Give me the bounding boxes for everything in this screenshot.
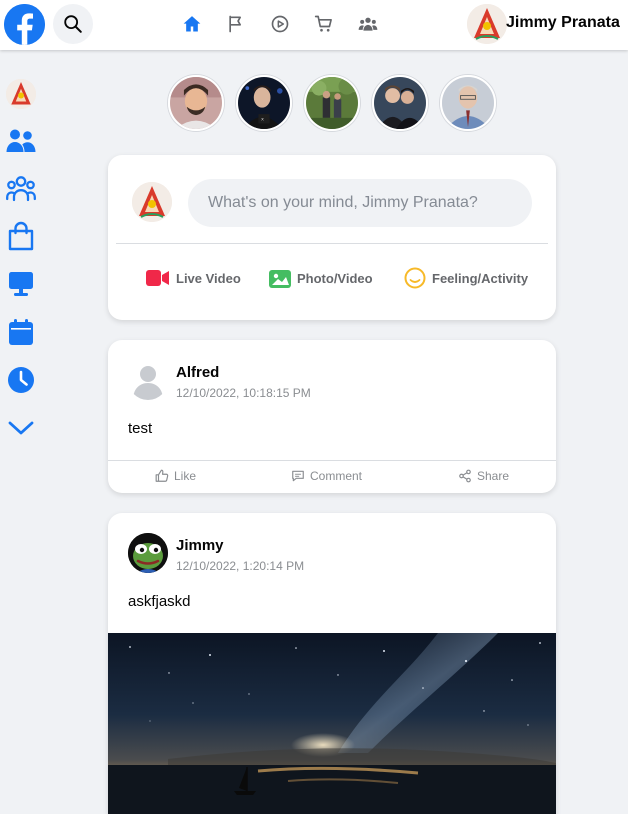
feeling-activity-label: Feeling/Activity	[432, 270, 529, 286]
pepe-avatar-image	[128, 533, 168, 573]
monitor-icon	[9, 272, 33, 296]
shopping-bag-icon	[8, 221, 34, 251]
photo-video-label: Photo/Video	[297, 270, 373, 286]
sidebar-see-more[interactable]	[5, 412, 37, 444]
post-image[interactable]	[108, 633, 556, 814]
share-icon	[459, 469, 471, 483]
flag-icon	[229, 15, 241, 33]
default-user-icon	[128, 360, 168, 400]
search-button[interactable]	[53, 4, 93, 44]
photo-video-button[interactable]: Photo/Video	[269, 267, 373, 289]
share-button[interactable]: Share	[458, 469, 509, 483]
comment-label: Comment	[310, 469, 363, 483]
story-thumbnail	[170, 77, 222, 129]
like-button[interactable]: Like	[155, 469, 196, 483]
status-input[interactable]: What's on your mind, Jimmy Pranata?	[188, 179, 532, 227]
groups-icon	[6, 176, 36, 202]
like-icon	[155, 469, 169, 482]
avatar[interactable]	[128, 533, 168, 573]
story-thumbnail: X	[238, 77, 290, 129]
share-label: Share	[477, 469, 510, 483]
story-3[interactable]	[304, 75, 360, 131]
sidebar-item-memories[interactable]	[5, 364, 37, 396]
story-4[interactable]	[372, 75, 428, 131]
sidebar-item-profile[interactable]	[5, 78, 37, 110]
avatar	[6, 79, 36, 109]
story-thumbnail	[306, 77, 358, 129]
sidebar-item-watch[interactable]	[5, 268, 37, 300]
live-video-button[interactable]: Live Video	[146, 267, 241, 289]
profile-avatar-image	[467, 4, 507, 44]
chevron-down-icon	[8, 421, 34, 435]
groups-icon	[358, 17, 378, 31]
nav-pages[interactable]	[224, 12, 248, 36]
feeling-icon	[404, 267, 426, 289]
post-actions: Like Comment Share	[108, 460, 556, 493]
play-icon	[271, 15, 289, 33]
sidebar-item-events[interactable]	[5, 316, 37, 348]
photo-video-icon	[269, 270, 291, 288]
post-author[interactable]: Jimmy	[176, 537, 224, 554]
like-label: Like	[174, 469, 197, 483]
friends-icon	[6, 129, 36, 152]
post-timestamp: 12/10/2022, 1:20:14 PM	[176, 559, 305, 573]
search-icon	[64, 15, 82, 33]
post-card: Alfred 12/10/2022, 10:18:15 PM test Like…	[108, 340, 556, 493]
nav-groups[interactable]	[356, 12, 380, 36]
home-icon	[183, 16, 201, 32]
post-author[interactable]: Alfred	[176, 364, 219, 381]
feeling-activity-button[interactable]: Feeling/Activity	[404, 267, 528, 289]
comment-icon	[292, 470, 304, 482]
sidebar-item-groups[interactable]	[5, 172, 37, 204]
nav-watch[interactable]	[268, 12, 292, 36]
post-text: askfjaskd	[128, 593, 191, 610]
nav-home[interactable]	[180, 12, 204, 36]
avatar[interactable]	[128, 360, 168, 400]
post-composer: What's on your mind, Jimmy Pranata? Live…	[108, 155, 556, 320]
calendar-icon	[9, 319, 33, 345]
cart-icon	[314, 15, 332, 32]
avatar[interactable]	[467, 4, 507, 44]
story-5[interactable]	[440, 75, 496, 131]
profile-name[interactable]: Jimmy Pranata	[506, 14, 620, 32]
divider	[116, 243, 548, 244]
live-video-label: Live Video	[176, 270, 241, 286]
post-timestamp: 12/10/2022, 10:18:15 PM	[176, 386, 311, 400]
avatar[interactable]	[132, 182, 172, 222]
night-sky-sailboat-image	[108, 633, 556, 814]
sidebar-item-friends[interactable]	[5, 125, 37, 157]
sidebar-item-marketplace[interactable]	[5, 220, 37, 252]
story-1[interactable]	[168, 75, 224, 131]
comment-button[interactable]: Comment	[291, 469, 362, 483]
story-thumbnail	[442, 77, 494, 129]
story-2[interactable]: X	[236, 75, 292, 131]
live-video-icon	[146, 270, 169, 286]
clock-icon	[8, 367, 34, 393]
top-navigation-bar: Jimmy Pranata	[0, 0, 628, 50]
post-text: test	[128, 420, 153, 437]
nav-marketplace[interactable]	[312, 12, 336, 36]
post-card: Jimmy 12/10/2022, 1:20:14 PM askfjaskd	[108, 513, 556, 814]
facebook-logo-icon[interactable]	[4, 4, 45, 45]
story-thumbnail	[374, 77, 426, 129]
